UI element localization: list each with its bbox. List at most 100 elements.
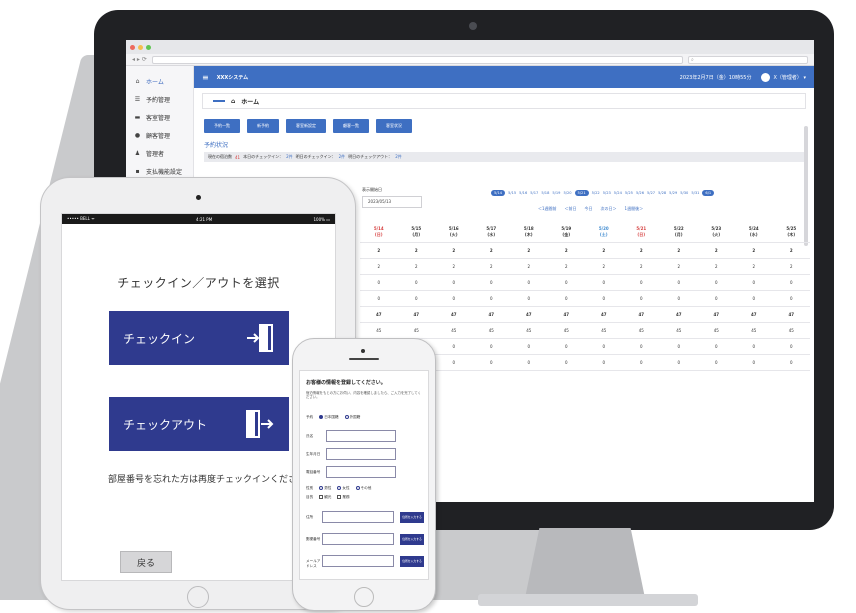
gender-option-other[interactable]: その他 <box>355 486 371 491</box>
calendar-cell[interactable]: 47 <box>397 306 435 323</box>
tablet-home-button[interactable] <box>187 586 209 608</box>
calendar-cell[interactable]: 47 <box>547 306 585 323</box>
calendar-cell[interactable]: 0 <box>547 290 585 307</box>
calendar-cell[interactable]: 0 <box>547 338 585 355</box>
calendar-cell[interactable]: 0 <box>622 290 660 307</box>
checkout-button[interactable]: チェックアウト <box>109 397 289 451</box>
address-lookup-button[interactable]: 住所を入力する <box>400 512 424 523</box>
calendar-cell[interactable]: 0 <box>510 338 548 355</box>
calendar-cell[interactable]: 2 <box>510 242 548 259</box>
calendar-cell[interactable]: 2 <box>697 258 735 275</box>
date-nav-link-3[interactable]: 次の日＞ <box>601 206 617 212</box>
date-nav-link-2[interactable]: 今日 <box>585 206 593 212</box>
gender-option-female[interactable]: 女性 <box>337 486 350 491</box>
calendar-cell[interactable]: 47 <box>435 306 473 323</box>
action-button-2[interactable]: 客室新設定 <box>286 119 326 133</box>
calendar-cell[interactable]: 2 <box>585 258 623 275</box>
calendar-cell[interactable]: 2 <box>397 242 435 259</box>
calendar-cell[interactable]: 45 <box>735 322 773 339</box>
address-input[interactable] <box>322 511 394 523</box>
date-pill[interactable]: 5/20 <box>563 191 571 195</box>
url-input[interactable] <box>151 55 683 64</box>
calendar-cell[interactable]: 0 <box>585 338 623 355</box>
action-button-3[interactable]: 顧客一覧 <box>333 119 369 133</box>
date-pill[interactable]: 5/29 <box>669 191 677 195</box>
calendar-cell[interactable]: 0 <box>472 338 510 355</box>
calendar-cell[interactable]: 0 <box>435 274 473 291</box>
email-input[interactable] <box>322 555 394 567</box>
calendar-cell[interactable]: 47 <box>360 306 398 323</box>
calendar-cell[interactable]: 47 <box>472 306 510 323</box>
action-button-0[interactable]: 予約一覧 <box>204 119 240 133</box>
date-pill[interactable]: 5/22 <box>592 191 600 195</box>
calendar-cell[interactable]: 0 <box>472 290 510 307</box>
sidebar-item-4[interactable]: ♟ 管理者 <box>126 144 193 162</box>
date-pill[interactable]: 5/16 <box>519 191 527 195</box>
phone-number-input[interactable] <box>326 466 396 478</box>
date-pill[interactable]: 5/25 <box>625 191 633 195</box>
calendar-cell[interactable]: 0 <box>622 354 660 371</box>
calendar-cell[interactable]: 2 <box>472 242 510 259</box>
calendar-cell[interactable]: 0 <box>735 338 773 355</box>
calendar-cell[interactable]: 45 <box>772 322 810 339</box>
calendar-cell[interactable]: 2 <box>622 258 660 275</box>
calendar-cell[interactable]: 2 <box>660 242 698 259</box>
calendar-cell[interactable]: 0 <box>397 290 435 307</box>
sidebar-item-0[interactable]: ⌂ ホーム <box>126 72 193 90</box>
calendar-cell[interactable]: 45 <box>510 322 548 339</box>
calendar-cell[interactable]: 45 <box>360 322 398 339</box>
sidebar-item-3[interactable]: ● 顧客管理 <box>126 126 193 144</box>
calendar-cell[interactable]: 0 <box>660 290 698 307</box>
date-pill[interactable]: 5/30 <box>680 191 688 195</box>
calendar-cell[interactable]: 0 <box>622 338 660 355</box>
summary-checkin-tomorrow-value[interactable]: 2件 <box>339 154 346 160</box>
calendar-cell[interactable]: 2 <box>547 242 585 259</box>
calendar-cell[interactable]: 0 <box>772 338 810 355</box>
calendar-cell[interactable]: 2 <box>772 258 810 275</box>
date-nav-link-1[interactable]: ＜前日 <box>565 206 577 212</box>
calendar-cell[interactable]: 0 <box>735 354 773 371</box>
calendar-cell[interactable]: 47 <box>622 306 660 323</box>
calendar-cell[interactable]: 2 <box>472 258 510 275</box>
sidebar-item-2[interactable]: ▬ 客室管理 <box>126 108 193 126</box>
date-nav-link-4[interactable]: 1週間後＞ <box>625 206 644 212</box>
calendar-cell[interactable]: 0 <box>435 338 473 355</box>
checkin-button[interactable]: チェックイン <box>109 311 289 365</box>
phone-home-button[interactable] <box>354 587 374 607</box>
date-pill[interactable]: 5/21 <box>574 190 589 196</box>
calendar-cell[interactable]: 0 <box>697 290 735 307</box>
calendar-cell[interactable]: 0 <box>660 354 698 371</box>
action-button-4[interactable]: 客室状況 <box>376 119 412 133</box>
calendar-cell[interactable]: 0 <box>772 354 810 371</box>
postal-input[interactable] <box>322 533 394 545</box>
calendar-cell[interactable]: 0 <box>585 274 623 291</box>
calendar-cell[interactable]: 2 <box>360 258 398 275</box>
date-pill[interactable]: 5/26 <box>636 191 644 195</box>
calendar-cell[interactable]: 0 <box>622 274 660 291</box>
gender-option-male[interactable]: 男性 <box>319 486 331 491</box>
calendar-cell[interactable]: 0 <box>585 354 623 371</box>
calendar-cell[interactable]: 45 <box>397 322 435 339</box>
calendar-cell[interactable]: 45 <box>585 322 623 339</box>
calendar-cell[interactable]: 2 <box>435 258 473 275</box>
action-button-1[interactable]: 新予約 <box>247 119 279 133</box>
date-pill[interactable]: 5/18 <box>541 191 549 195</box>
summary-checkout-tomorrow-value[interactable]: 2件 <box>395 154 402 160</box>
calendar-cell[interactable]: 47 <box>697 306 735 323</box>
calendar-cell[interactable]: 45 <box>435 322 473 339</box>
calendar-cell[interactable]: 47 <box>585 306 623 323</box>
calendar-cell[interactable]: 0 <box>585 290 623 307</box>
calendar-cell[interactable]: 47 <box>772 306 810 323</box>
calendar-cell[interactable]: 2 <box>510 258 548 275</box>
sidebar-item-1[interactable]: ☰ 予約管理 <box>126 90 193 108</box>
email-lookup-button[interactable]: 住所を入力する <box>400 556 424 567</box>
calendar-cell[interactable]: 2 <box>397 258 435 275</box>
calendar-cell[interactable]: 2 <box>735 258 773 275</box>
calendar-cell[interactable]: 45 <box>472 322 510 339</box>
calendar-cell[interactable]: 0 <box>360 290 398 307</box>
calendar-cell[interactable]: 47 <box>510 306 548 323</box>
date-pill[interactable]: 5/23 <box>603 191 611 195</box>
calendar-cell[interactable]: 2 <box>360 242 398 259</box>
calendar-cell[interactable]: 0 <box>735 274 773 291</box>
date-pill[interactable]: 5/31 <box>691 191 699 195</box>
